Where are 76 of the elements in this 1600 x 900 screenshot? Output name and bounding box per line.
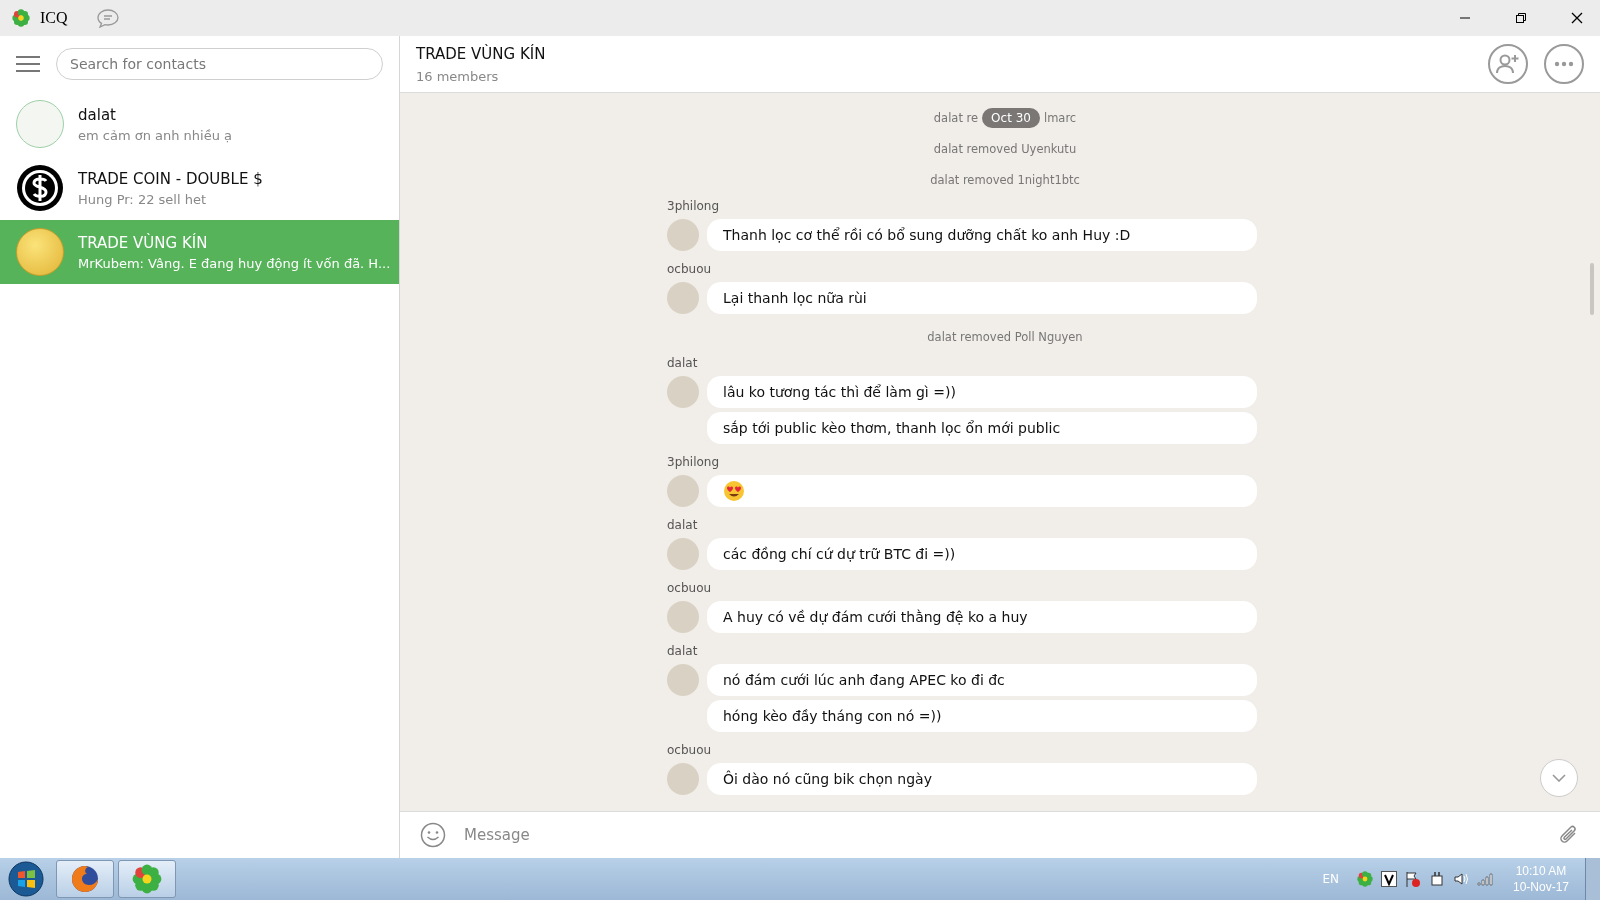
sender-name: dalat	[667, 355, 699, 372]
clock-date[interactable]: 10-Nov-17	[1512, 879, 1569, 895]
avatar	[667, 282, 699, 314]
window-title: ICQ	[40, 9, 68, 27]
chat-title: TRADE VÙNG KÍN	[416, 44, 546, 63]
sender-name: 3philong	[667, 454, 721, 471]
add-person-button[interactable]	[1488, 44, 1528, 84]
message-bubble: lâu ko tương tác thì để làm gì =))	[707, 376, 1257, 408]
sender-name: dalat	[667, 517, 699, 534]
system-message: dalat removed Uyenkutu	[932, 140, 1078, 158]
message-preview: Hung Pr: 22 sell het	[78, 191, 207, 207]
avatar	[667, 376, 699, 408]
system-message: lmarc	[1043, 110, 1077, 125]
sender-name: ocbuou	[667, 580, 713, 597]
avatar	[667, 664, 699, 696]
dollar-coin-icon	[16, 164, 64, 212]
taskbar-app-button[interactable]	[56, 860, 114, 898]
signal-bars-icon[interactable]	[1476, 871, 1493, 887]
message-bubble: A huy có về dự đám cưới thằng đệ ko a huy	[707, 601, 1257, 633]
scrollbar[interactable]	[1590, 263, 1594, 315]
message-bubble: nó đám cưới lúc anh đang APEC ko đi đc	[707, 664, 1257, 696]
close-icon	[1571, 12, 1583, 24]
sender-name: 3philong	[667, 198, 721, 215]
speaker-icon[interactable]	[1452, 871, 1469, 887]
power-plug-icon[interactable]	[1428, 871, 1445, 887]
start-orb-icon[interactable]	[8, 861, 44, 897]
heart-eyes-face-icon	[723, 480, 745, 502]
member-count: 16 members	[416, 68, 500, 84]
contact-item[interactable]: dalat em cảm ơn anh nhiều ạ	[0, 92, 399, 156]
message-bubble: sắp tới public kèo thơm, thanh lọc ổn mới public	[707, 412, 1257, 444]
sender-name: ocbuou	[667, 261, 713, 278]
avatar	[667, 763, 699, 795]
more-icon	[1554, 61, 1574, 67]
avatar	[16, 228, 64, 276]
contact-name: dalat	[78, 105, 117, 124]
tray-flower-icon	[1356, 871, 1373, 887]
show-desktop-button[interactable]	[1585, 858, 1600, 900]
contact-item[interactable]: TRADE VÙNG KÍN MrKubem: Vâng. E đang huy động ít vốn đã. H...	[0, 220, 399, 284]
chat-bubble-icon[interactable]	[95, 8, 120, 28]
contact-name: TRADE VÙNG KÍN	[78, 233, 209, 252]
contact-name: TRADE COIN - DOUBLE $	[78, 169, 263, 188]
contact-item[interactable]: TRADE COIN - DOUBLE $ Hung Pr: 22 sell het	[0, 156, 399, 220]
smiley-icon[interactable]	[420, 822, 446, 848]
sender-name: ocbuou	[667, 742, 713, 759]
avatar	[667, 219, 699, 251]
message-bubble: Thanh lọc cơ thể rồi có bổ sung dưỡng chất ko anh Huy :D	[707, 219, 1257, 251]
avatar	[667, 601, 699, 633]
message-bubble: Lại thanh lọc nữa rùi	[707, 282, 1257, 314]
avatar	[667, 538, 699, 570]
more-button[interactable]	[1544, 44, 1584, 84]
language-indicator[interactable]: EN	[1322, 872, 1339, 886]
avatar	[667, 475, 699, 507]
message-preview: em cảm ơn anh nhiều ạ	[78, 127, 233, 143]
message-input[interactable]: Message	[462, 825, 1542, 845]
restore-icon	[1515, 12, 1527, 24]
message-bubble: các đồng chí cứ dự trữ BTC đi =))	[707, 538, 1257, 570]
menu-button[interactable]	[16, 55, 40, 73]
add-person-icon	[1496, 53, 1520, 75]
system-message: dalat removed 1night1btc	[929, 171, 1081, 189]
message-bubble: hóng kèo đầy tháng con nó =))	[707, 700, 1257, 732]
message-bubble: Ôi dào nó cũng bik chọn ngày	[707, 763, 1257, 795]
fox-globe-icon	[70, 864, 100, 894]
sender-name: dalat	[667, 643, 699, 660]
message-preview: MrKubem: Vâng. E đang huy động ít vốn đã. H...	[78, 255, 391, 271]
clock-time[interactable]: 10:10 AM	[1515, 863, 1567, 879]
taskbar-app-button[interactable]	[118, 860, 176, 898]
flag-warning-icon[interactable]	[1404, 871, 1421, 887]
chevron-down-icon	[1552, 774, 1566, 782]
search-field[interactable]: Search for contacts	[56, 48, 383, 80]
icq-flower-icon	[132, 864, 162, 894]
letter-tile-icon[interactable]	[1380, 871, 1397, 887]
icq-flower-icon	[12, 9, 30, 27]
system-message: dalat re	[933, 110, 979, 125]
avatar	[16, 100, 64, 148]
system-message: dalat removed Poll Nguyen	[926, 328, 1084, 346]
date-badge: Oct 30	[982, 107, 1040, 128]
